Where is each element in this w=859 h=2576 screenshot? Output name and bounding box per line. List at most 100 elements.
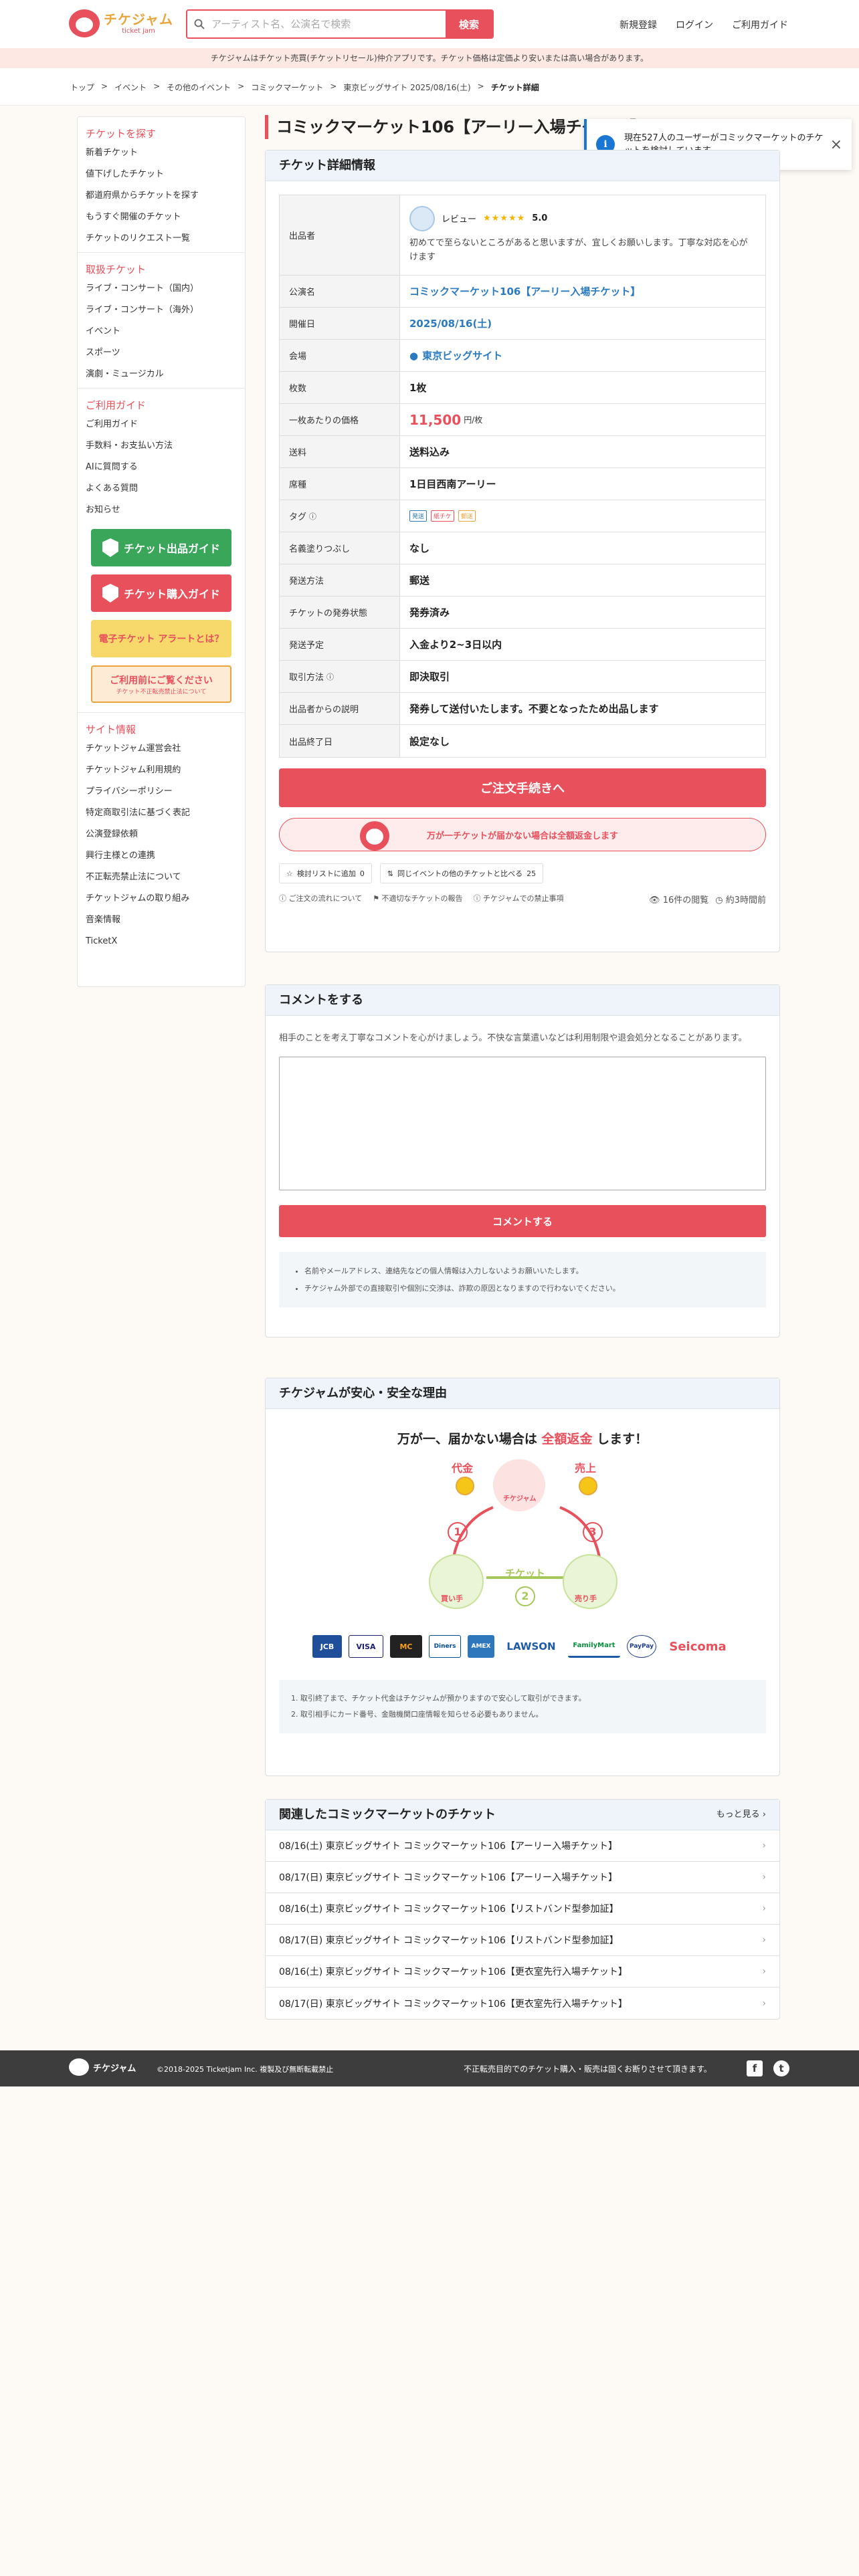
sales-label: 売上 [575, 1462, 597, 1475]
sidebar-item-sports[interactable]: スポーツ [86, 342, 237, 364]
list-item[interactable]: 08/16(土) 東京ビッグサイト コミックマーケット106【更衣室先行入場チケ… [266, 1956, 779, 1988]
sidebar-item-new[interactable]: 新着チケット [86, 142, 237, 164]
price-value: 11,500 [409, 411, 462, 428]
guide-link[interactable]: ご利用ガイド [732, 18, 788, 31]
info-icon[interactable]: ⓘ [326, 671, 334, 682]
question-icon: ⓘ [473, 894, 484, 903]
visa-logo-icon: VISA [349, 1635, 383, 1658]
breadcrumb-item[interactable]: トップ [70, 82, 94, 93]
caution-banner[interactable]: ご利用前にご覧ください チケット不正転売禁止法について [91, 665, 231, 703]
row-value: 1枚 [409, 382, 427, 394]
login-link[interactable]: ログイン [676, 18, 713, 31]
event-date-link[interactable]: 2025/08/16(土) [400, 308, 765, 339]
sidebar-item-resale-law[interactable]: 不正転売禁止法について [86, 867, 237, 888]
sidebar-item-requests[interactable]: チケットのリクエスト一覧 [86, 228, 237, 249]
row-label: 発送予定 [280, 629, 400, 660]
venue-link[interactable]: ● 東京ビッグサイト [400, 340, 765, 371]
sidebar-item-music-info[interactable]: 音楽情報 [86, 909, 237, 931]
search-input[interactable] [211, 11, 446, 37]
sidebar-item-upcoming[interactable]: もうすぐ開催のチケット [86, 207, 237, 228]
eye-icon: 👁 [649, 895, 663, 905]
comment-textarea[interactable] [279, 1057, 766, 1191]
breadcrumb-item[interactable]: イベント [114, 82, 147, 93]
order-button[interactable]: ご注文手続きへ [279, 768, 766, 807]
site-footer: チケジャム ©2018-2025 Ticketjam Inc. 複製及び無断転載… [0, 2050, 859, 2086]
search-bar: 検索 [186, 9, 494, 39]
divider [78, 712, 245, 713]
add-to-wishlist-button[interactable]: ☆ 検討リストに追加 0 [279, 863, 372, 883]
chevron-right-icon: › [762, 1998, 766, 2009]
logo-mark-icon [69, 9, 100, 37]
comment-submit-button[interactable]: コメントする [279, 1205, 766, 1238]
ticket-label: チケット [505, 1568, 546, 1580]
info-icon[interactable]: ⓘ [309, 511, 316, 522]
sidebar-item-promoter[interactable]: 興行主様との連携 [86, 845, 237, 867]
event-name-link[interactable]: コミックマーケット106【アーリー入場チケット】 [400, 276, 765, 307]
sidebar-item-company[interactable]: チケットジャム運営会社 [86, 738, 237, 760]
sidebar-item-privacy[interactable]: プライバシーポリシー [86, 781, 237, 802]
list-item[interactable]: 08/16(土) 東京ビッグサイト コミックマーケット106【アーリー入場チケッ… [266, 1830, 779, 1862]
sell-guide-banner[interactable]: チケット出品ガイド [91, 529, 231, 566]
card-heading: コメントをする [266, 985, 779, 1016]
sidebar-item-ai[interactable]: AIに質問する [86, 457, 237, 478]
prohibited-link[interactable]: ⓘ チケジャムでの禁止事項 [474, 893, 564, 905]
mascot-icon [360, 821, 389, 851]
avatar[interactable] [409, 205, 435, 231]
chevron-right-icon: › [762, 1840, 766, 1851]
row-label: 出品者からの説明 [280, 693, 400, 724]
see-more-link[interactable]: もっと見る › [717, 1800, 766, 1830]
sidebar-item-event[interactable]: イベント [86, 321, 237, 342]
close-icon[interactable]: × [830, 136, 842, 153]
sidebar-item-faq[interactable]: よくある質問 [86, 478, 237, 500]
table-row: 取引方法 ⓘ 即決取引 [280, 661, 765, 693]
mastercard-logo-icon: MC [390, 1635, 422, 1658]
refund-banner[interactable]: 万が一チケットが届かない場合は全額返金します [279, 818, 766, 851]
breadcrumb-item[interactable]: コミックマーケット [251, 82, 323, 93]
e-ticket-alert-banner[interactable]: 電子チケット アラートとは？ [91, 620, 231, 657]
row-label: 公演名 [280, 276, 400, 307]
report-link[interactable]: ⚑ 不適切なチケットの報告 [373, 893, 462, 905]
map-pin-icon: ● [409, 349, 419, 362]
sidebar-item-event-request[interactable]: 公演登録依頼 [86, 824, 237, 845]
order-flow-link[interactable]: ⓘ ご注文の流れについて [279, 893, 362, 905]
list-item[interactable]: 08/17(日) 東京ビッグサイト コミックマーケット106【更衣室先行入場チケ… [266, 1988, 779, 2019]
sidebar-item-live-domestic[interactable]: ライブ・コンサート（国内） [86, 278, 237, 300]
flag-icon: ⚑ [373, 894, 382, 903]
facebook-icon[interactable]: f [747, 2060, 763, 2076]
coin-icon [456, 1477, 474, 1495]
list-item[interactable]: 08/16(土) 東京ビッグサイト コミックマーケット106【リストバンド型参加… [266, 1893, 779, 1925]
signup-link[interactable]: 新規登録 [619, 18, 657, 31]
twitter-icon[interactable]: t [773, 2060, 789, 2076]
list-item[interactable]: 08/17(日) 東京ビッグサイト コミックマーケット106【アーリー入場チケッ… [266, 1862, 779, 1893]
card-heading: 関連したコミックマーケットのチケット [279, 1808, 496, 1822]
sidebar-item-news[interactable]: お知らせ [86, 500, 237, 521]
star-rating-icon: ★★★★★ [483, 213, 526, 224]
site-logo[interactable]: チケジャム ticket jam [69, 9, 173, 37]
chevron-right-icon: › [762, 1935, 766, 1945]
sidebar-item-guide[interactable]: ご利用ガイド [86, 414, 237, 435]
sidebar-item-terms[interactable]: チケットジャム利用規約 [86, 760, 237, 781]
sidebar-item-fees[interactable]: 手数料・お支払い方法 [86, 435, 237, 457]
safety-card: チケジャムが安心・安全な理由 万が一、届かない場合は 全額返金 します！ 代金 … [265, 1378, 780, 1776]
row-label: 会場 [280, 340, 400, 371]
row-label: チケットの発券状態 [280, 597, 400, 628]
buy-guide-banner[interactable]: チケット購入ガイド [91, 574, 231, 612]
list-item[interactable]: 08/17(日) 東京ビッグサイト コミックマーケット106【リストバンド型参加… [266, 1925, 779, 1956]
beginner-mark-icon [102, 584, 118, 603]
compare-tickets-button[interactable]: ⇅ 同じイベントの他のチケットと比べる 25 [379, 863, 544, 883]
sidebar-item-tokusho[interactable]: 特定商取引法に基づく表記 [86, 802, 237, 824]
clock-icon: ◷ [715, 895, 726, 905]
breadcrumb-item[interactable]: 東京ビッグサイト 2025/08/16(土) [343, 82, 470, 93]
row-label: 出品者 [280, 195, 400, 275]
sidebar-item-prefecture[interactable]: 都道府県からチケットを探す [86, 185, 237, 207]
sidebar-item-ticketx[interactable]: TicketX [86, 931, 237, 952]
sidebar-item-initiatives[interactable]: チケットジャムの取り組み [86, 888, 237, 909]
breadcrumb-item[interactable]: その他のイベント [167, 82, 231, 93]
sidebar-item-theater[interactable]: 演劇・ミュージカル [86, 364, 237, 385]
sidebar-item-price-drop[interactable]: 値下げしたチケット [86, 164, 237, 185]
row-label: 取引方法 ⓘ [280, 661, 400, 692]
sidebar-item-live-overseas[interactable]: ライブ・コンサート（海外） [86, 300, 237, 321]
footer-logo[interactable]: チケジャム [69, 2058, 136, 2076]
table-row: 名義塗りつぶし なし [280, 532, 765, 564]
search-button[interactable]: 検索 [446, 11, 492, 37]
